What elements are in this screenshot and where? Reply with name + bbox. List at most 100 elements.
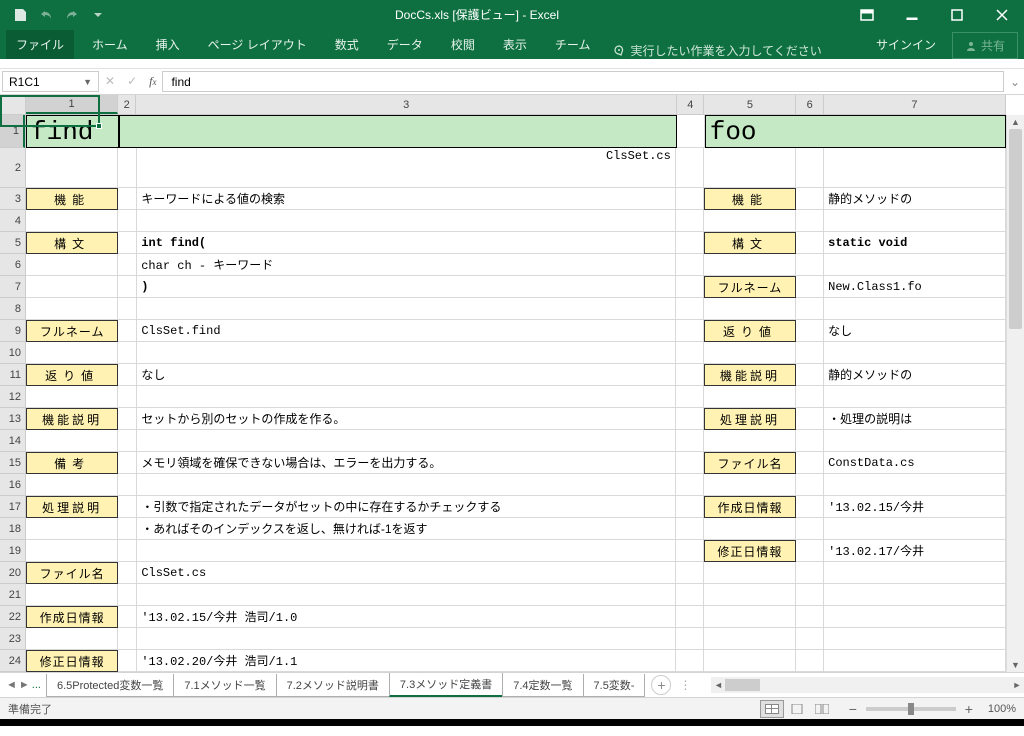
cell[interactable] — [824, 430, 1006, 452]
cell[interactable]: 作成日情報 — [26, 606, 118, 628]
cell[interactable]: int find( — [137, 232, 675, 254]
cell[interactable] — [796, 276, 824, 298]
cell[interactable] — [796, 496, 824, 518]
col-header-3[interactable]: 3 — [136, 95, 677, 114]
sheet-tab[interactable]: 7.2メソッド説明書 — [276, 674, 390, 697]
cell[interactable] — [137, 540, 676, 562]
cell[interactable] — [704, 298, 796, 320]
cell[interactable] — [137, 386, 676, 408]
row-header-1[interactable]: 1 — [0, 115, 25, 148]
zoom-knob[interactable] — [908, 703, 914, 715]
sheet-nav-next-icon[interactable]: ► — [19, 679, 30, 691]
tab-file[interactable]: ファイル — [6, 30, 74, 59]
redo-icon[interactable] — [60, 3, 84, 27]
zoom-out-button[interactable]: − — [846, 701, 860, 717]
cell[interactable] — [704, 148, 796, 188]
cell[interactable] — [676, 540, 704, 562]
cell[interactable] — [824, 148, 1006, 188]
cell[interactable] — [676, 430, 704, 452]
cell[interactable]: ・処理の説明は — [824, 408, 1006, 430]
hscroll-thumb[interactable] — [725, 679, 760, 691]
cell[interactable] — [676, 584, 704, 606]
share-button[interactable]: 共有 — [952, 32, 1018, 59]
cell[interactable]: なし — [137, 364, 675, 386]
cell[interactable] — [676, 320, 704, 342]
page-break-view-icon[interactable] — [810, 700, 834, 718]
normal-view-icon[interactable] — [760, 700, 784, 718]
cell[interactable] — [676, 408, 704, 430]
cell[interactable] — [26, 342, 118, 364]
cell[interactable] — [676, 606, 704, 628]
cell[interactable]: ClsSet.find — [137, 320, 675, 342]
cell[interactable]: メモリ領域を確保できない場合は、エラーを出力する。 — [137, 452, 675, 474]
fx-icon[interactable]: fx — [149, 74, 156, 89]
cell[interactable] — [704, 210, 796, 232]
sheet-nav-prev-icon[interactable]: ◄ — [6, 679, 17, 691]
sign-in-button[interactable]: サインイン — [866, 30, 946, 59]
col-header-4[interactable]: 4 — [677, 95, 704, 114]
row-header-11[interactable]: 11 — [0, 364, 25, 386]
cell[interactable] — [796, 364, 824, 386]
cell[interactable] — [26, 430, 118, 452]
cell[interactable] — [118, 474, 137, 496]
col-header-6[interactable]: 6 — [796, 95, 823, 114]
cell[interactable] — [26, 298, 118, 320]
cell[interactable] — [796, 342, 824, 364]
cell[interactable] — [796, 408, 824, 430]
cell[interactable]: ・あればそのインデックスを返し、無ければ-1を返す — [137, 518, 676, 540]
sheet-tab[interactable]: 6.5Protected変数一覧 — [46, 674, 174, 697]
scroll-thumb[interactable] — [1009, 129, 1022, 329]
new-sheet-button[interactable]: + — [651, 675, 671, 695]
sheet-tab[interactable]: 7.5変数- — [583, 674, 646, 697]
cell[interactable] — [118, 342, 137, 364]
cell[interactable]: 処理説明 — [26, 496, 118, 518]
cell[interactable]: ClsSet.cs — [137, 148, 676, 188]
cell[interactable] — [26, 584, 118, 606]
cell[interactable]: なし — [824, 320, 1006, 342]
zoom-slider[interactable] — [866, 707, 956, 711]
cell[interactable]: 修正日情報 — [704, 540, 796, 562]
cell[interactable] — [26, 210, 118, 232]
ribbon-display-icon[interactable] — [844, 0, 889, 29]
row-header-21[interactable]: 21 — [0, 584, 25, 606]
row-headers[interactable]: 123456789101112131415161718192021222324 — [0, 115, 26, 672]
cell[interactable]: '13.02.15/今井 — [824, 496, 1006, 518]
cell[interactable] — [676, 276, 704, 298]
cell[interactable] — [824, 474, 1006, 496]
page-layout-view-icon[interactable] — [785, 700, 809, 718]
cell[interactable] — [26, 148, 118, 188]
row-header-15[interactable]: 15 — [0, 452, 25, 474]
cell[interactable] — [137, 584, 676, 606]
cell[interactable] — [796, 148, 824, 188]
cell[interactable]: 備考 — [26, 452, 118, 474]
cell[interactable] — [26, 276, 118, 298]
cell[interactable] — [824, 650, 1006, 672]
cell[interactable]: 修正日情報 — [26, 650, 118, 672]
save-icon[interactable] — [8, 3, 32, 27]
cell[interactable]: '13.02.17/今井 — [824, 540, 1006, 562]
row-header-13[interactable]: 13 — [0, 408, 25, 430]
cell[interactable] — [824, 298, 1006, 320]
cell[interactable]: New.Class1.fo — [824, 276, 1006, 298]
row-header-19[interactable]: 19 — [0, 540, 25, 562]
cell[interactable] — [118, 408, 137, 430]
cell[interactable] — [26, 386, 118, 408]
cell[interactable] — [677, 115, 705, 148]
cell[interactable] — [26, 628, 118, 650]
cell[interactable] — [796, 606, 824, 628]
cell[interactable]: 構文 — [26, 232, 118, 254]
cell[interactable]: 機能説明 — [26, 408, 118, 430]
cell[interactable] — [118, 386, 137, 408]
cell[interactable] — [824, 342, 1006, 364]
row-header-17[interactable]: 17 — [0, 496, 25, 518]
cell[interactable] — [676, 148, 704, 188]
tab-データ[interactable]: データ — [373, 30, 437, 59]
row-header-5[interactable]: 5 — [0, 232, 25, 254]
cell[interactable]: セットから別のセットの作成を作る。 — [137, 408, 675, 430]
tab-表示[interactable]: 表示 — [489, 30, 541, 59]
cell[interactable] — [676, 474, 704, 496]
col-header-5[interactable]: 5 — [704, 95, 796, 114]
row-header-4[interactable]: 4 — [0, 210, 25, 232]
col-header-7[interactable]: 7 — [824, 95, 1006, 114]
enter-formula-icon[interactable]: ✓ — [127, 74, 137, 89]
